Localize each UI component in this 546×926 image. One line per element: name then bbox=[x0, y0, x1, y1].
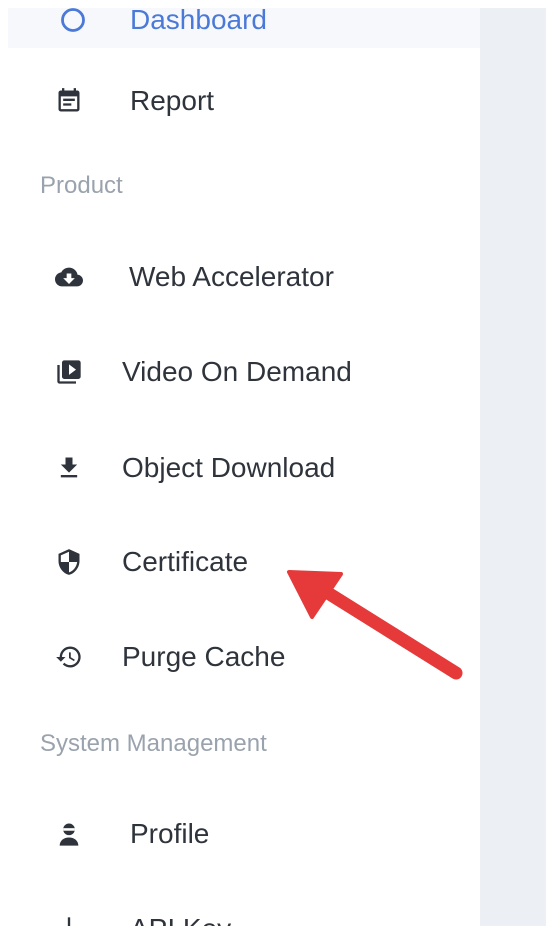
sidebar-item-label: Report bbox=[130, 85, 215, 116]
sidebar-item-report[interactable]: Report bbox=[8, 73, 480, 129]
sidebar-item-label: Dashboard bbox=[130, 8, 267, 35]
sidebar-item-label: Web Accelerator bbox=[129, 261, 334, 292]
sidebar-item-label: Video On Demand bbox=[122, 356, 352, 387]
sidebar-item-label: API Key bbox=[130, 913, 231, 926]
sidebar-item-label: Purge Cache bbox=[122, 641, 286, 672]
sidebar-item-video-on-demand[interactable]: Video On Demand bbox=[8, 344, 480, 400]
user-icon bbox=[52, 817, 86, 851]
section-label-product: Product bbox=[40, 172, 123, 199]
sidebar-item-dashboard[interactable]: Dashboard bbox=[8, 8, 480, 48]
sidebar-item-certificate[interactable]: Certificate bbox=[8, 534, 480, 590]
sidebar-item-api-key[interactable]: API Key bbox=[8, 901, 480, 926]
shield-icon bbox=[52, 545, 86, 579]
section-label-system-management: System Management bbox=[40, 730, 267, 757]
dashboard-icon bbox=[56, 8, 90, 37]
history-icon bbox=[52, 640, 86, 674]
sidebar-item-profile[interactable]: Profile bbox=[8, 806, 480, 862]
sidebar-item-label: Profile bbox=[130, 818, 210, 849]
sidebar-item-purge-cache[interactable]: Purge Cache bbox=[8, 629, 480, 685]
download-icon bbox=[52, 451, 86, 485]
cloud-download-icon bbox=[52, 260, 86, 294]
report-icon bbox=[52, 84, 86, 118]
key-icon bbox=[52, 912, 86, 926]
sidebar-item-label: Certificate bbox=[122, 546, 249, 577]
sidebar: Dashboard Report Product Web Accelerator… bbox=[8, 8, 480, 926]
sidebar-item-object-download[interactable]: Object Download bbox=[8, 440, 480, 496]
content-panel bbox=[480, 8, 546, 926]
sidebar-item-label: Object Download bbox=[122, 452, 336, 483]
video-library-icon bbox=[52, 355, 86, 389]
sidebar-item-web-accelerator[interactable]: Web Accelerator bbox=[8, 249, 480, 305]
